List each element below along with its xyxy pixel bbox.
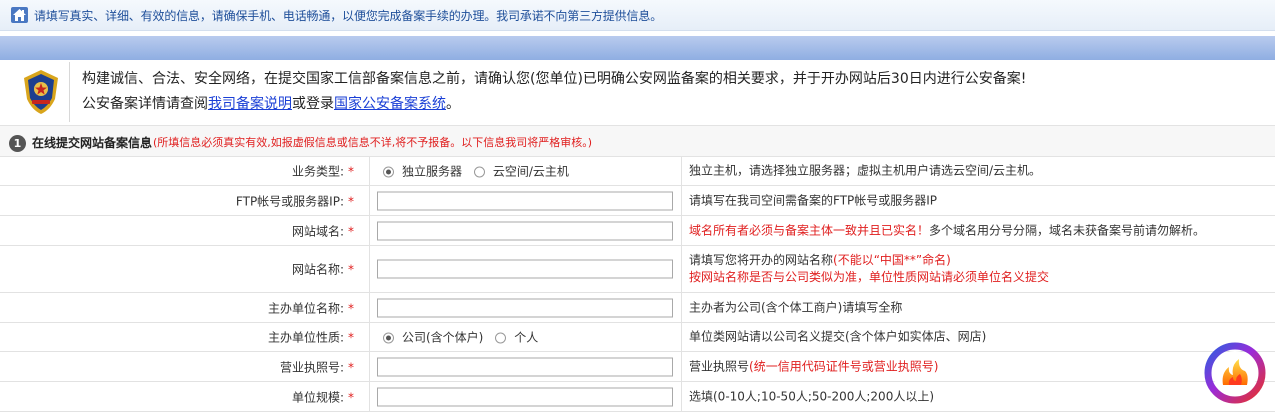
section-title: 在线提交网站备案信息 [32,136,153,150]
fire-logo-icon[interactable] [1203,341,1267,405]
radio-dedicated-server[interactable] [383,166,394,178]
required-star: * [348,224,354,238]
required-star: * [348,262,354,277]
radio-cloud-host[interactable] [473,166,485,178]
sponsor-label: 主办单位名称: [267,301,344,315]
form-row-sponsor-type: 主办单位性质: * 公司(含个体户) 个人 单位类网站请以公司名义提交(含个体户如… [0,323,1275,352]
form-row-license: 营业执照号: * 营业执照号(统一信用代码证件号或营业执照号) [0,352,1275,382]
sponsor-type-label: 主办单位性质: [267,330,344,345]
home-icon [11,7,28,23]
business-type-radios: 独立服务器 云空间/云主机 [383,163,577,180]
site-name-input[interactable] [377,259,673,279]
required-star: * [348,301,354,315]
form-row-ftp: FTP帐号或服务器IP: * 请填写在我司空间需备案的FTP帐号或服务器IP [0,186,1275,216]
required-star: * [348,330,354,345]
site-name-label: 网站名称: [291,262,344,277]
police-notice-suffix: 。 [446,96,460,112]
notice-bar: 请填写真实、详细、有效的信息，请确保手机、电话畅通，以便您完成备案手续的办理。我… [0,0,1275,31]
ftp-hint: 请填写在我司空间需备案的FTP帐号或服务器IP [689,193,938,207]
scale-input[interactable] [377,387,673,406]
police-system-link[interactable]: 国家公安备案系统 [334,96,446,112]
radio-individual[interactable] [495,332,507,344]
site-name-hint-line1-red: (不能以“中国**”命名) [833,253,951,267]
license-label: 营业执照号: [279,360,344,374]
section-note: (所填信息必须真实有效,如报虚假信息或信息不详,将不予报备。以下信息我司将严格审… [153,136,593,149]
backup-guide-link[interactable]: 我司备案说明 [208,96,292,112]
police-notice-line1: 构建诚信、合法、安全网络，在提交国家工信部备案信息之前，请确认您(您单位)已明确… [82,71,1027,87]
required-star: * [348,360,354,374]
sponsor-hint: 主办者为公司(含个体工商户)请填写全称 [689,300,903,314]
required-star: * [348,194,354,208]
form-row-site-name: 网站名称: * 请填写您将开办的网站名称(不能以“中国**”命名) 按网站名称是否… [0,246,1275,293]
police-badge-icon [24,70,58,114]
site-name-hint: 请填写您将开办的网站名称(不能以“中国**”命名) 按网站名称是否与公司类似为准… [689,252,1049,286]
form-row-sponsor: 主办单位名称: * 主办者为公司(含个体工商户)请填写全称 [0,293,1275,323]
license-hint-text: 营业执照号 [689,359,750,373]
site-name-hint-line1: 请填写您将开办的网站名称 [689,253,834,267]
sponsor-type-radios: 公司(含个体户) 个人 [383,329,546,346]
domain-hint-text: 多个域名用分号分隔，域名未获备案号前请勿解析。 [929,223,1206,237]
business-type-hint: 独立主机，请选择独立服务器；虚拟主机用户请选云空间/云主机。 [689,163,1042,178]
scale-hint: 选填(0-10人;10-50人;50-200人;200人以上) [689,389,935,403]
radio-company-label[interactable]: 公司(含个体户) [402,331,483,345]
police-notice-line2: 公安备案详情请查阅我司备案说明或登录国家公安备案系统。 [82,93,460,113]
license-input[interactable] [377,357,673,376]
sponsor-type-hint: 单位类网站请以公司名义提交(含个体户如实体店、网店) [689,329,987,344]
police-notice: 构建诚信、合法、安全网络，在提交国家工信部备案信息之前，请确认您(您单位)已明确… [0,62,1275,122]
business-type-label: 业务类型: [291,164,344,179]
radio-individual-label[interactable]: 个人 [514,331,538,345]
ftp-label: FTP帐号或服务器IP: [235,194,344,208]
license-hint-red: (统一信用代码证件号或营业执照号) [749,359,939,373]
form-row-business-type: 业务类型: * 独立服务器 云空间/云主机 独立主机，请选择独立服务器；虚拟主机用… [0,157,1275,186]
radio-dedicated-server-label[interactable]: 独立服务器 [402,165,462,179]
notice-text: 请填写真实、详细、有效的信息，请确保手机、电话畅通，以便您完成备案手续的办理。我… [34,9,663,23]
police-divider [69,62,70,122]
header-divider-bar [0,36,1275,60]
required-star: * [348,390,354,404]
radio-company[interactable] [383,332,394,344]
domain-input[interactable] [377,221,673,240]
domain-label: 网站域名: [291,224,344,238]
form-row-domain: 网站域名: * 域名所有者必须与备案主体一致并且已实名！多个域名用分号分隔，域名未… [0,216,1275,246]
sponsor-input[interactable] [377,298,673,317]
radio-cloud-host-label[interactable]: 云空间/云主机 [493,165,569,179]
form-row-scale: 单位规模: * 选填(0-10人;10-50人;50-200人;200人以上) [0,382,1275,412]
police-notice-mid: 或登录 [292,96,334,112]
police-notice-prefix: 公安备案详情请查阅 [82,96,208,112]
ftp-input[interactable] [377,191,673,210]
section-header: 1 在线提交网站备案信息 (所填信息必须真实有效,如报虚假信息或信息不详,将不予… [0,125,1275,157]
domain-hint-red: 域名所有者必须与备案主体一致并且已实名！ [689,223,930,237]
domain-hint: 域名所有者必须与备案主体一致并且已实名！多个域名用分号分隔，域名未获备案号前请勿… [689,222,1205,239]
step-number-badge: 1 [9,135,26,152]
scale-label: 单位规模: [291,390,344,404]
required-star: * [348,164,354,179]
site-name-hint-line2: 按网站名称是否与公司类似为准，单位性质网站请必须单位名义提交 [689,270,1050,284]
license-hint: 营业执照号(统一信用代码证件号或营业执照号) [689,358,938,375]
